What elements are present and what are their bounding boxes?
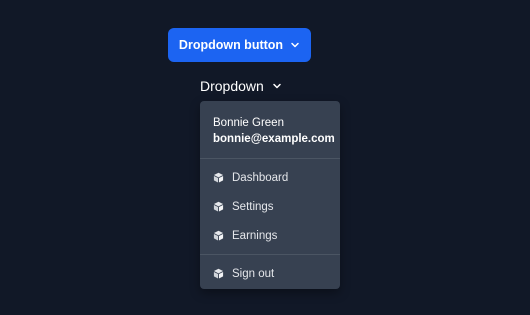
menu-item-earnings[interactable]: Earnings	[200, 221, 340, 250]
menu-list: Dashboard Settings Earnings	[200, 159, 340, 255]
cube-icon	[213, 268, 224, 279]
cube-icon	[213, 201, 224, 212]
cube-icon	[213, 172, 224, 183]
user-name: Bonnie Green	[213, 117, 284, 129]
dropdown-button-label: Dropdown button	[178, 38, 284, 52]
dropdown-text-toggle[interactable]: Dropdown	[200, 77, 282, 95]
menu-item-dashboard[interactable]: Dashboard	[200, 163, 340, 192]
dropdown-menu: Bonnie Green bonnie@example.com Dashboar…	[200, 101, 340, 289]
menu-item-label: Dashboard	[232, 171, 289, 184]
user-info: Bonnie Green bonnie@example.com	[200, 101, 340, 159]
cube-icon	[213, 230, 224, 241]
chevron-down-icon	[272, 81, 282, 91]
menu-item-label: Sign out	[232, 267, 275, 280]
menu-item-settings[interactable]: Settings	[200, 192, 340, 221]
user-email: bonnie@example.com	[213, 133, 335, 145]
chevron-down-icon	[290, 40, 300, 50]
menu-item-label: Settings	[232, 200, 274, 213]
menu-footer: Sign out	[200, 255, 340, 289]
dropdown-text-label: Dropdown	[200, 78, 264, 94]
dropdown-button[interactable]: Dropdown button	[168, 28, 311, 62]
page-stage: Dropdown button Dropdown Bonnie Green bo…	[0, 0, 530, 315]
menu-item-sign-out[interactable]: Sign out	[200, 259, 340, 288]
menu-item-label: Earnings	[232, 229, 278, 242]
